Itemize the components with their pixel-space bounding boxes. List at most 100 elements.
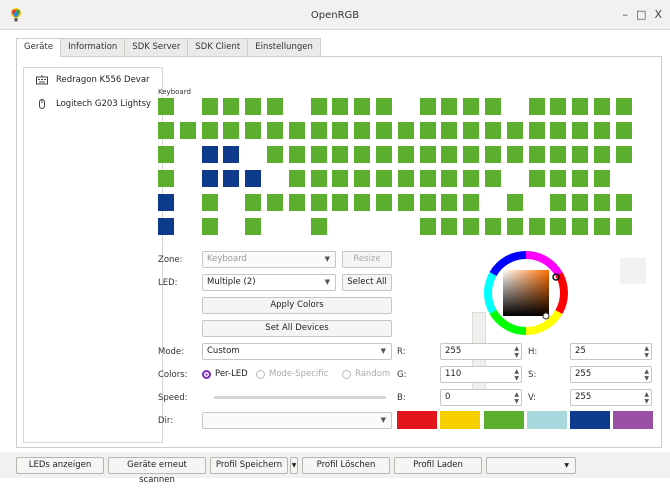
b-spinbox[interactable]: 0 ▲ ▼: [440, 389, 522, 406]
keyboard-key[interactable]: [354, 146, 371, 163]
g-spinbox[interactable]: 110 ▲ ▼: [440, 366, 522, 383]
spin-arrows-icon[interactable]: ▲ ▼: [644, 391, 649, 405]
keyboard-key[interactable]: [267, 98, 283, 115]
resize-button[interactable]: Resize: [342, 251, 392, 268]
keyboard-key[interactable]: [419, 194, 436, 211]
spin-arrows-icon[interactable]: ▲ ▼: [514, 368, 519, 382]
keyboard-key[interactable]: [288, 122, 305, 139]
keyboard-key[interactable]: [288, 194, 305, 211]
keyboard-key[interactable]: [397, 170, 414, 187]
keyboard-key[interactable]: [223, 170, 240, 187]
sv-handle[interactable]: [542, 312, 550, 320]
keyboard-key[interactable]: [594, 194, 610, 211]
keyboard-key[interactable]: [506, 122, 523, 139]
keyboard-key[interactable]: [506, 194, 523, 211]
keyboard-key[interactable]: [441, 194, 458, 211]
keyboard-key[interactable]: [201, 218, 218, 235]
keyboard-key[interactable]: [201, 122, 218, 139]
keyboard-key[interactable]: [332, 194, 349, 211]
keyboard-key[interactable]: [441, 122, 458, 139]
device-item-logitech[interactable]: Logitech G203 Lightsy: [24, 92, 162, 116]
keyboard-key[interactable]: [310, 218, 327, 235]
keyboard-key[interactable]: [572, 194, 589, 211]
swatch-cyan[interactable]: [527, 411, 567, 429]
set-all-devices-button[interactable]: Set All Devices: [202, 320, 392, 337]
swatch-yellow[interactable]: [440, 411, 480, 429]
keyboard-key[interactable]: [397, 194, 414, 211]
keyboard-key[interactable]: [463, 170, 480, 187]
close-button[interactable]: X: [654, 8, 662, 21]
keyboard-key[interactable]: [245, 98, 262, 115]
keyboard-key[interactable]: [332, 98, 349, 115]
keyboard-key[interactable]: [223, 146, 240, 163]
keyboard-key[interactable]: [158, 98, 174, 115]
s-spinbox[interactable]: 255 ▲ ▼: [570, 366, 652, 383]
maximize-button[interactable]: □: [636, 8, 646, 21]
keyboard-key[interactable]: [463, 218, 480, 235]
keyboard-key[interactable]: [441, 170, 458, 187]
keyboard-key[interactable]: [441, 146, 458, 163]
keyboard-key[interactable]: [550, 98, 567, 115]
keyboard-key[interactable]: [201, 170, 218, 187]
apply-colors-button[interactable]: Apply Colors: [202, 297, 392, 314]
keyboard-key[interactable]: [572, 98, 589, 115]
keyboard-key[interactable]: [397, 146, 414, 163]
swatch-red[interactable]: [397, 411, 437, 429]
keyboard-key[interactable]: [615, 194, 632, 211]
keyboard-key[interactable]: [550, 194, 567, 211]
tab-information[interactable]: Information: [60, 38, 126, 56]
keyboard-key[interactable]: [528, 146, 545, 163]
speed-slider[interactable]: [214, 396, 386, 399]
random-radio[interactable]: Random: [342, 369, 390, 379]
keyboard-key[interactable]: [485, 98, 501, 115]
keyboard-key[interactable]: [419, 146, 436, 163]
keyboard-key[interactable]: [485, 146, 501, 163]
led-select[interactable]: Multiple (2) ▼: [202, 274, 336, 291]
keyboard-key[interactable]: [463, 98, 480, 115]
swatch-green[interactable]: [484, 411, 524, 429]
keyboard-key[interactable]: [376, 194, 392, 211]
keyboard-key[interactable]: [310, 98, 327, 115]
select-all-button[interactable]: Select All: [342, 274, 392, 291]
keyboard-key[interactable]: [245, 194, 262, 211]
keyboard-key[interactable]: [310, 146, 327, 163]
color-wheel[interactable]: [483, 250, 569, 336]
tab-sdk-client[interactable]: SDK Client: [187, 38, 249, 56]
h-spinbox[interactable]: 25 ▲ ▼: [570, 343, 652, 360]
keyboard-key[interactable]: [550, 170, 567, 187]
keyboard-key[interactable]: [245, 170, 262, 187]
leds-anzeigen-button[interactable]: LEDs anzeigen: [16, 457, 104, 474]
tab-geraete[interactable]: Geräte: [16, 38, 62, 57]
keyboard-key[interactable]: [245, 218, 262, 235]
keyboard-key[interactable]: [528, 218, 545, 235]
save-profile-button[interactable]: Profil Speichern: [210, 457, 288, 474]
keyboard-key[interactable]: [310, 122, 327, 139]
keyboard-key[interactable]: [158, 218, 174, 235]
dir-select[interactable]: ▼: [202, 412, 392, 429]
minimize-button[interactable]: –: [623, 8, 629, 21]
keyboard-key[interactable]: [594, 218, 610, 235]
keyboard-key[interactable]: [376, 122, 392, 139]
save-profile-dropdown-icon[interactable]: ▼: [290, 457, 298, 474]
keyboard-key[interactable]: [354, 194, 371, 211]
swatch-blue[interactable]: [570, 411, 610, 429]
keyboard-key[interactable]: [158, 170, 174, 187]
spin-arrows-icon[interactable]: ▲ ▼: [644, 368, 649, 382]
keyboard-key[interactable]: [615, 98, 632, 115]
keyboard-key[interactable]: [550, 218, 567, 235]
profile-select[interactable]: ▼: [486, 457, 576, 474]
keyboard-key[interactable]: [506, 218, 523, 235]
mode-specific-radio[interactable]: Mode-Specific: [256, 369, 328, 379]
keyboard-key[interactable]: [419, 218, 436, 235]
spin-arrows-icon[interactable]: ▲ ▼: [514, 391, 519, 405]
keyboard-key[interactable]: [615, 218, 632, 235]
keyboard-key[interactable]: [158, 194, 174, 211]
keyboard-key[interactable]: [376, 98, 392, 115]
keyboard-key[interactable]: [288, 146, 305, 163]
swatch-purple[interactable]: [613, 411, 653, 429]
keyboard-key[interactable]: [572, 218, 589, 235]
keyboard-key[interactable]: [310, 170, 327, 187]
spin-arrows-icon[interactable]: ▲ ▼: [644, 345, 649, 359]
keyboard-key[interactable]: [419, 98, 436, 115]
keyboard-key[interactable]: [158, 146, 174, 163]
